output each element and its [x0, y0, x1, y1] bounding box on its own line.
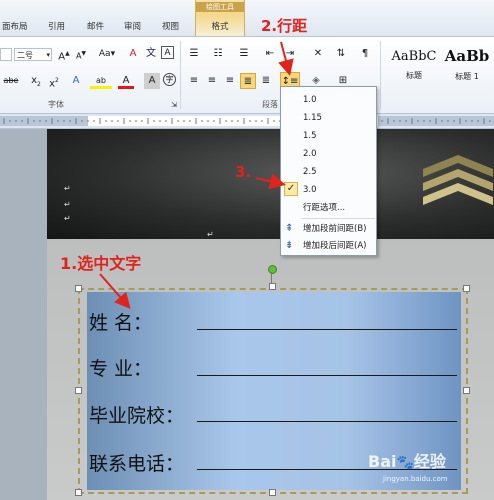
- watermark-brand-text: Bai: [368, 452, 397, 471]
- arrow-step2: [278, 41, 294, 76]
- arrow-step3: [255, 173, 286, 190]
- annotation-step3: 3.: [235, 163, 252, 181]
- watermark-brand: Bai🐾经验: [368, 448, 446, 472]
- annotation-step2: 2.行距: [261, 17, 308, 35]
- annotation-step1: 1.选中文字: [60, 254, 142, 273]
- watermark-url: jingyan.baidu.com: [383, 475, 448, 483]
- watermark-brand2-text: 经验: [413, 452, 446, 471]
- arrow-step1: [99, 273, 131, 310]
- paw-icon: 🐾: [396, 455, 414, 471]
